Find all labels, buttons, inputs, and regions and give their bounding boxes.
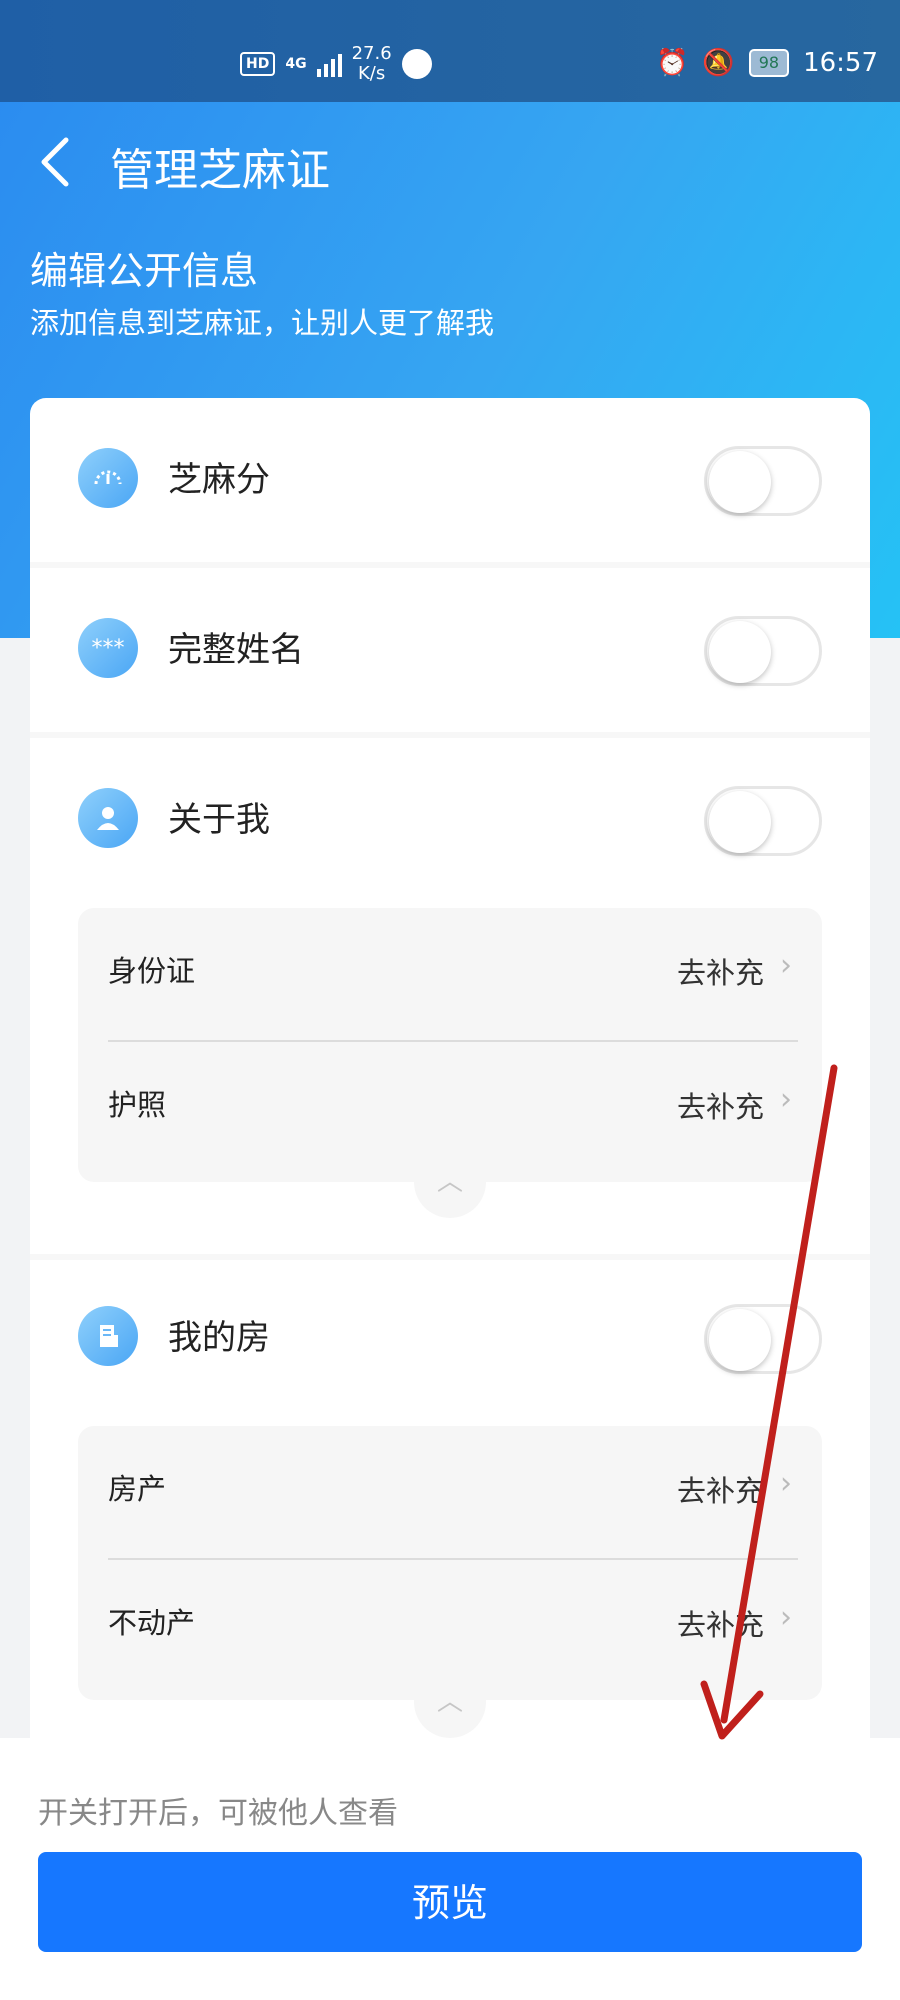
supplement-link[interactable]: 去补充 xyxy=(677,950,764,992)
building-icon xyxy=(78,1306,138,1366)
app-notification-icon xyxy=(401,49,432,79)
item-label: 不动产 xyxy=(108,1606,196,1640)
list-item-id-card[interactable]: 身份证 去补充 › xyxy=(78,908,822,1038)
supplement-link[interactable]: 去补充 xyxy=(677,1084,764,1126)
masked-name-icon: *** xyxy=(78,618,138,678)
visibility-hint: 开关打开后，可被他人查看 xyxy=(38,1796,398,1831)
setting-row-my-house: 我的房 xyxy=(30,1256,870,1416)
setting-row-about-me: 关于我 xyxy=(30,738,870,898)
setting-label: 我的房 xyxy=(168,1318,270,1358)
network-status: HD 4G 27.6 K/s xyxy=(240,44,432,84)
preview-button[interactable]: 预览 xyxy=(38,1852,862,1952)
mute-icon: 🔕 xyxy=(702,48,735,78)
signal-icon xyxy=(316,51,342,77)
chevron-right-icon: › xyxy=(780,1466,792,1501)
collapse-chevron-up-icon[interactable]: ︿ xyxy=(414,1146,486,1218)
supplement-link[interactable]: 去补充 xyxy=(677,1602,764,1644)
section-description: 添加信息到芝麻证，让别人更了解我 xyxy=(30,306,495,340)
network-speed: 27.6 K/s xyxy=(352,44,392,84)
speed-unit: K/s xyxy=(357,63,386,84)
chevron-right-icon: › xyxy=(780,1082,792,1117)
speed-value: 27.6 xyxy=(351,43,392,64)
list-item-property[interactable]: 房产 去补充 › xyxy=(78,1426,822,1556)
chevron-left-icon[interactable] xyxy=(36,132,76,192)
collapse-chevron-up-icon[interactable]: ︿ xyxy=(414,1666,486,1738)
setting-row-zhima-score: 芝麻分 xyxy=(30,398,870,558)
item-label: 护照 xyxy=(108,1088,167,1122)
my-house-details: 房产 去补充 › 不动产 去补充 › xyxy=(78,1426,822,1700)
setting-label: 完整姓名 xyxy=(168,630,304,670)
setting-label: 芝麻分 xyxy=(168,460,270,500)
item-label: 身份证 xyxy=(108,954,196,988)
bottom-bar: 开关打开后，可被他人查看 预览 xyxy=(0,1738,900,2000)
settings-card: 芝麻分 *** 完整姓名 关于我 身份证 去补充 › 护照 去补充 › ︿ 我的… xyxy=(30,398,870,1738)
section-heading: 编辑公开信息 xyxy=(30,249,259,293)
network-type: 4G xyxy=(285,56,307,72)
alarm-icon: ⏰ xyxy=(655,48,689,78)
my-house-toggle[interactable] xyxy=(704,1304,822,1374)
gauge-icon xyxy=(78,448,138,508)
system-status: ⏰ 🔕 98 16:57 xyxy=(656,48,878,78)
status-bar: HD 4G 27.6 K/s ⏰ 🔕 98 16:57 xyxy=(0,0,900,102)
item-label: 房产 xyxy=(108,1472,167,1506)
person-icon xyxy=(78,788,138,848)
setting-row-full-name: *** 完整姓名 xyxy=(30,568,870,728)
supplement-link[interactable]: 去补充 xyxy=(677,1468,764,1510)
chevron-right-icon: › xyxy=(780,948,792,983)
hd-badge: HD xyxy=(240,52,276,76)
zhima-score-toggle[interactable] xyxy=(704,446,822,516)
setting-label: 关于我 xyxy=(168,800,270,840)
nav-bar: 管理芝麻证 xyxy=(0,102,900,222)
chevron-right-icon: › xyxy=(780,1600,792,1635)
about-me-toggle[interactable] xyxy=(704,786,822,856)
battery-icon: 98 xyxy=(748,49,790,77)
page-title: 管理芝麻证 xyxy=(110,145,330,196)
full-name-toggle[interactable] xyxy=(704,616,822,686)
clock: 16:57 xyxy=(803,48,878,78)
about-me-details: 身份证 去补充 › 护照 去补充 › xyxy=(78,908,822,1182)
